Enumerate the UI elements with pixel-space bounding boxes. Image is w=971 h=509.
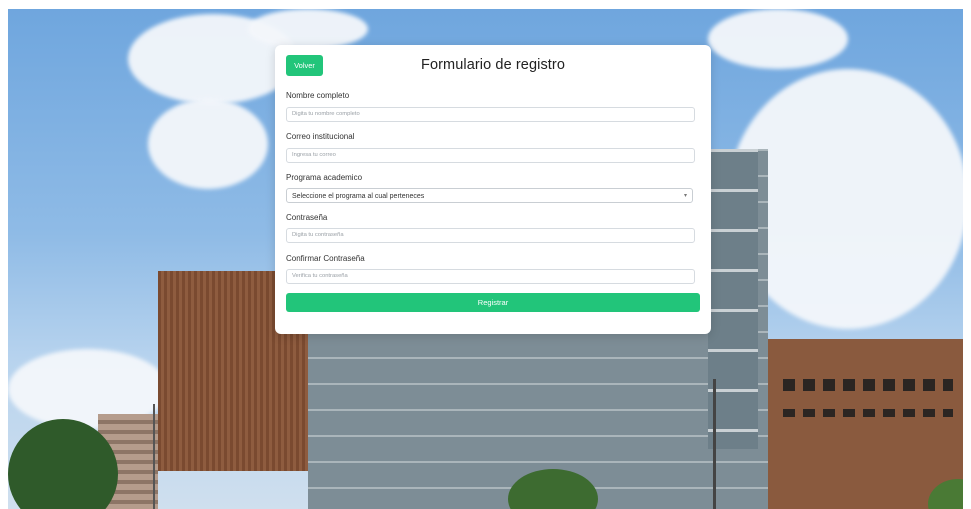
email-input[interactable] <box>286 148 695 163</box>
program-select-value: Seleccione el programa al cual pertenece… <box>292 193 425 200</box>
brick-building <box>768 339 963 509</box>
program-label: Programa academico <box>286 173 363 182</box>
confirm-password-label: Confirmar Contraseña <box>286 254 365 263</box>
full-name-label: Nombre completo <box>286 91 350 100</box>
registration-card: Volver Formulario de registro Nombre com… <box>275 45 711 334</box>
confirm-password-input[interactable] <box>286 269 695 284</box>
program-select[interactable]: Seleccione el programa al cual pertenece… <box>286 188 693 203</box>
form-title: Formulario de registro <box>420 57 566 73</box>
chevron-down-icon: ▾ <box>683 193 687 199</box>
email-label: Correo institucional <box>286 132 355 141</box>
password-input[interactable] <box>286 228 695 243</box>
full-name-input[interactable] <box>286 107 695 122</box>
password-label: Contraseña <box>286 213 328 222</box>
register-button[interactable]: Registrar <box>286 293 700 312</box>
